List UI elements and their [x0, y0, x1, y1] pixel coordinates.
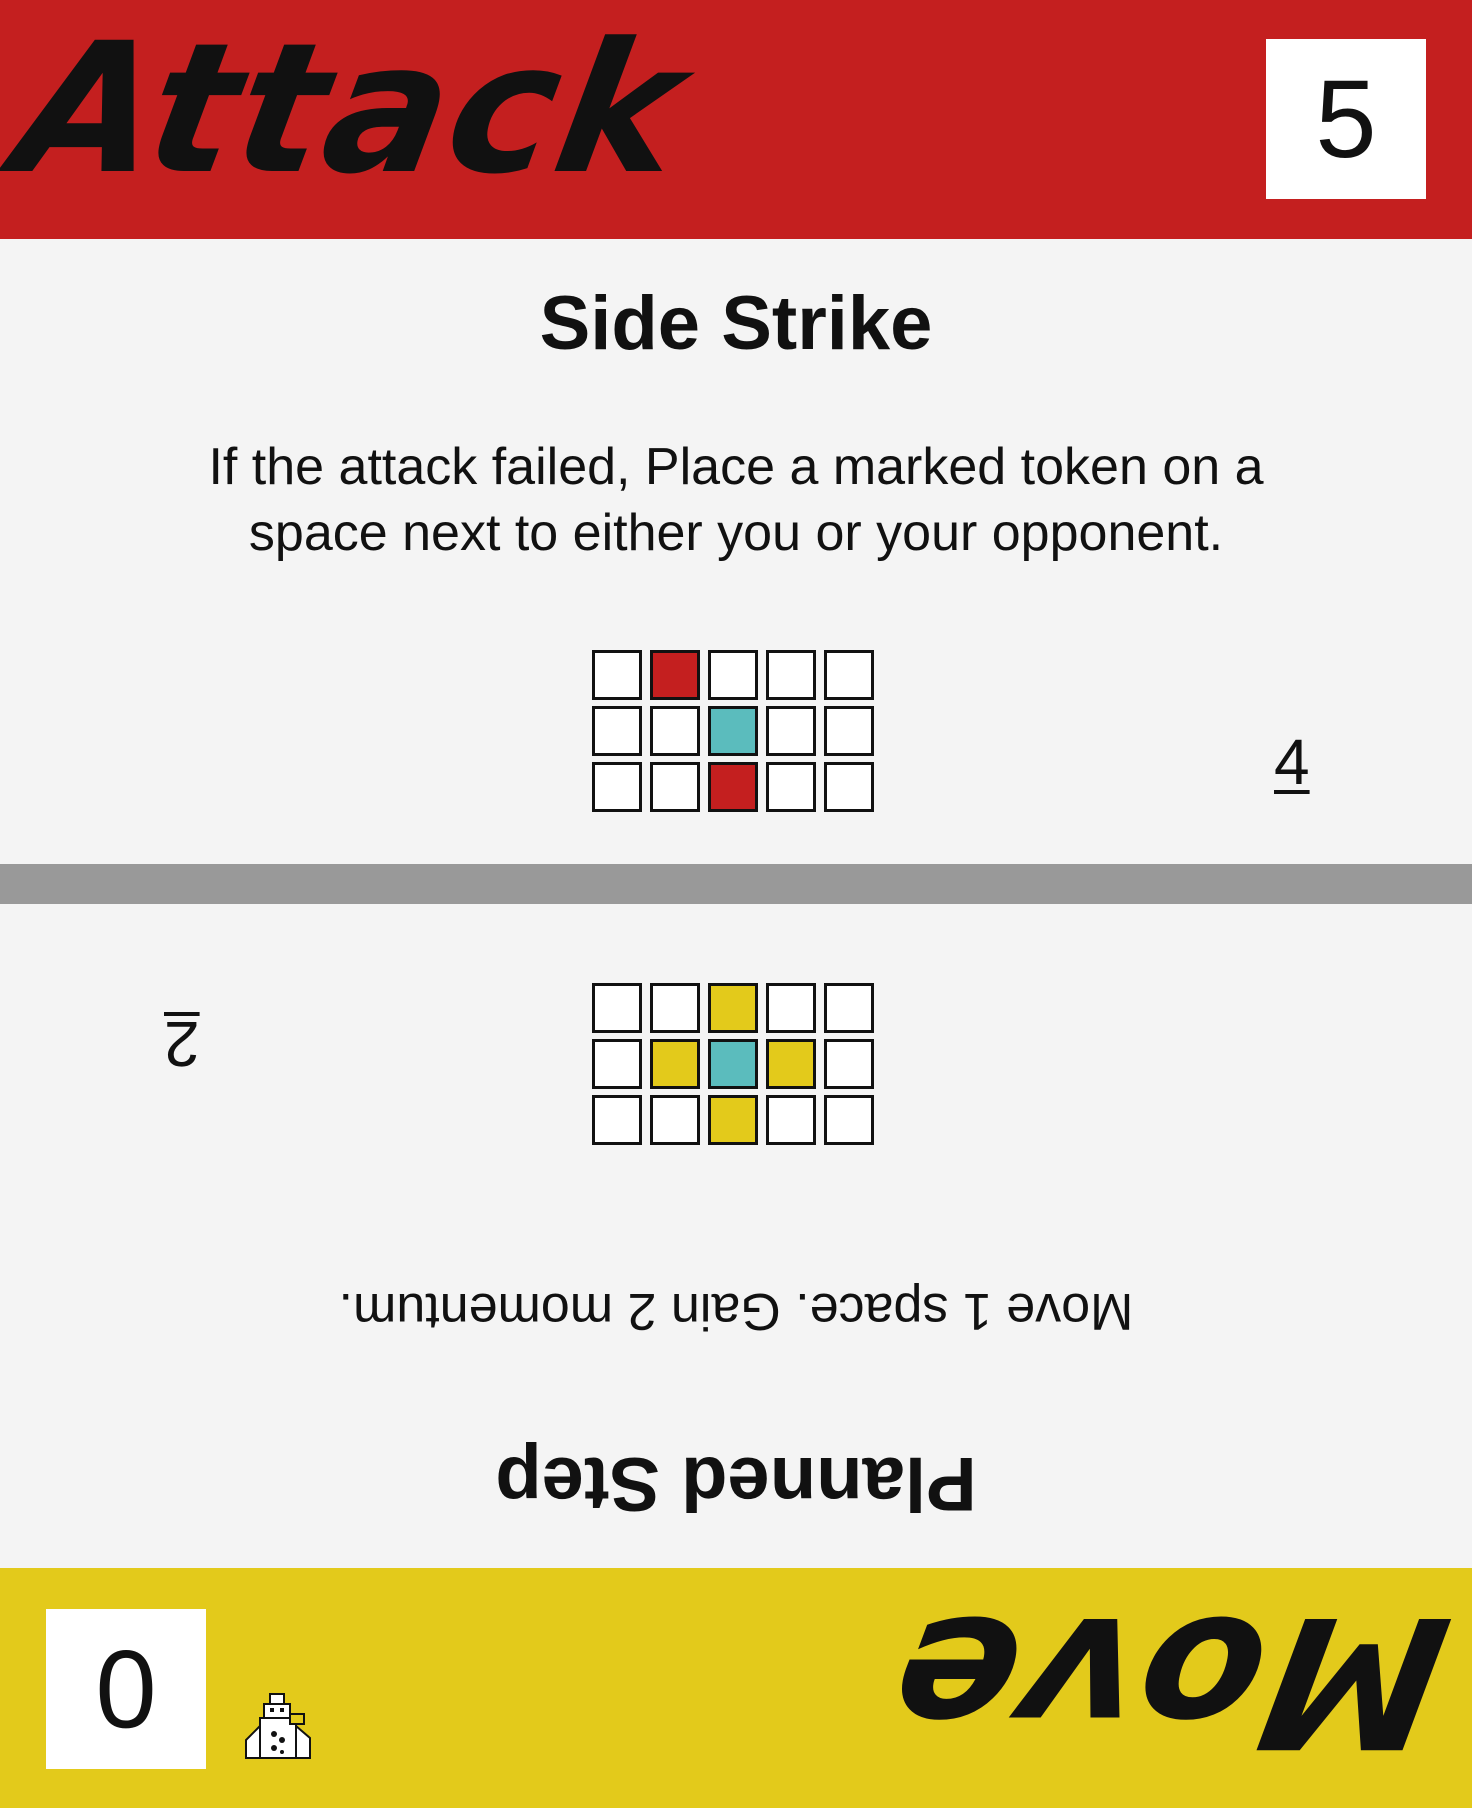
- attack-grid-cell: [708, 706, 758, 756]
- move-grid-cell: [708, 1095, 758, 1145]
- move-number: 2: [164, 1008, 200, 1080]
- move-grid-cell: [824, 1039, 874, 1089]
- move-grid-cell: [650, 1039, 700, 1089]
- attack-card-name: Side Strike: [539, 281, 933, 366]
- move-card-text: Move 1 space. Gain 2 momentum.: [338, 1282, 1134, 1340]
- move-grid-cell: [766, 1039, 816, 1089]
- attack-grid-cell: [592, 706, 642, 756]
- attack-type-label: Attack: [1, 5, 700, 214]
- attack-number: 4: [1274, 726, 1310, 798]
- attack-grid-cell: [650, 650, 700, 700]
- move-type-label: Move: [875, 1576, 1463, 1785]
- attack-grid-cell: [766, 762, 816, 812]
- move-grid-cell: [650, 1095, 700, 1145]
- move-grid-cell: [650, 983, 700, 1033]
- move-grid-cell: [592, 983, 642, 1033]
- move-grid-cell: [592, 1095, 642, 1145]
- move-grid-cell: [824, 983, 874, 1033]
- move-grid-cell: [592, 1039, 642, 1089]
- attack-grid-cell: [824, 706, 874, 756]
- move-grid-cell: [708, 1039, 758, 1089]
- move-grid-cell: [766, 983, 816, 1033]
- attack-grid-cell: [824, 650, 874, 700]
- attack-grid-cell: [650, 762, 700, 812]
- move-range-grid: [592, 983, 880, 1145]
- move-cost-box: 0: [46, 1609, 206, 1769]
- move-grid-cell: [766, 1095, 816, 1145]
- attack-range-grid: [592, 650, 880, 812]
- attack-cost-box: 5: [1266, 39, 1426, 199]
- move-grid-cell: [708, 983, 758, 1033]
- attack-grid-cell: [766, 706, 816, 756]
- attack-grid-cell: [592, 762, 642, 812]
- attack-grid-cell: [592, 650, 642, 700]
- attack-grid-cell: [708, 650, 758, 700]
- half-divider: [0, 864, 1472, 904]
- attack-grid-cell: [650, 706, 700, 756]
- robot-icon: [240, 1692, 316, 1764]
- move-card-name: Planned Step: [495, 1441, 977, 1526]
- attack-card-text: If the attack failed, Place a marked tok…: [208, 438, 1264, 562]
- attack-grid-cell: [708, 762, 758, 812]
- move-grid-cell: [824, 1095, 874, 1145]
- attack-grid-cell: [824, 762, 874, 812]
- attack-grid-cell: [766, 650, 816, 700]
